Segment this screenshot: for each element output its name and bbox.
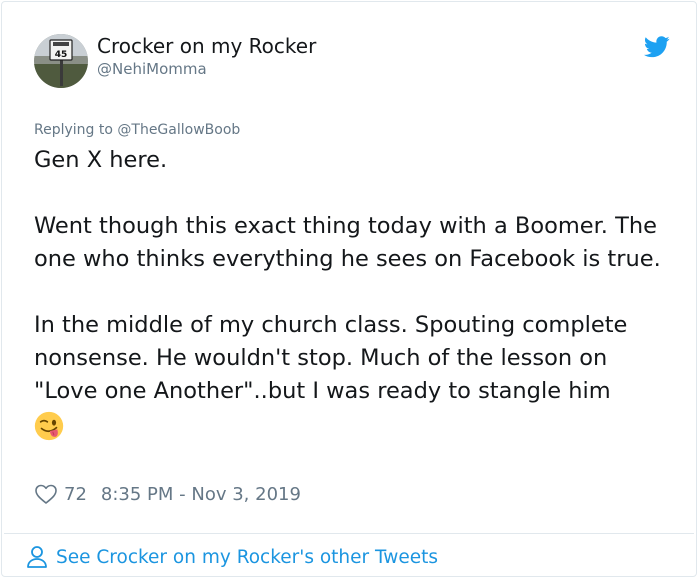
tweet-paragraph: Went though this exact thing today with … <box>34 213 661 272</box>
heart-icon[interactable] <box>34 482 58 506</box>
like-count[interactable]: 72 <box>64 484 87 505</box>
other-tweets-label[interactable]: See Crocker on my Rocker's other Tweets <box>56 547 438 568</box>
replying-prefix: Replying to <box>34 122 118 138</box>
replying-to-mention[interactable]: @TheGallowBoob <box>117 122 240 138</box>
tweet-card: 45 Crocker on my Rocker @NehiMomma Reply… <box>1 1 697 577</box>
replying-to: Replying to @TheGallowBoob <box>34 122 240 138</box>
tweet-meta: 72 8:35 PM - Nov 3, 2019 <box>34 480 301 508</box>
avatar[interactable]: 45 <box>34 34 88 88</box>
tweet-paragraph: In the middle of my church class. Spouti… <box>34 312 628 404</box>
divider <box>4 533 694 534</box>
tweet-text: Gen X here. Went though this exact thing… <box>34 144 674 441</box>
tweet-paragraph: Gen X here. <box>34 147 168 173</box>
avatar-image: 45 <box>34 34 88 88</box>
other-tweets-link[interactable]: See Crocker on my Rocker's other Tweets <box>26 543 438 571</box>
winking-face-with-tongue-icon <box>34 411 64 440</box>
twitter-bird-icon[interactable] <box>644 36 670 58</box>
author-name[interactable]: Crocker on my Rocker <box>97 34 316 58</box>
user-icon <box>27 546 47 568</box>
svg-text:45: 45 <box>55 50 68 60</box>
author-handle[interactable]: @NehiMomma <box>97 60 207 78</box>
timestamp[interactable]: 8:35 PM - Nov 3, 2019 <box>101 484 301 505</box>
